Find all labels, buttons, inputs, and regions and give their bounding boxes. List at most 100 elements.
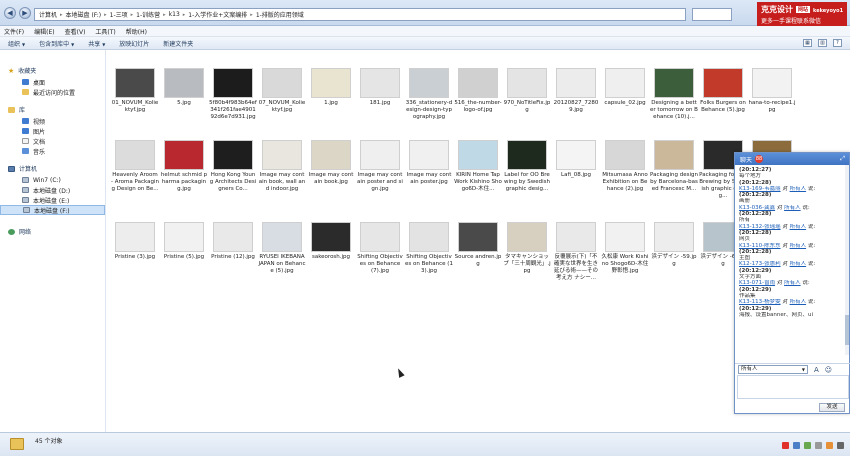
file-item[interactable]: Image may contain poster.jpg [405, 140, 453, 186]
sidebar-item-videos[interactable]: 视频 [0, 116, 105, 126]
back-icon[interactable]: ◀ [4, 7, 16, 19]
input-method-icon[interactable] [782, 442, 789, 449]
file-item[interactable]: Shifting Objectives on Behance (13).jpg [405, 222, 453, 275]
toolbar-button[interactable]: 共享 ▼ [88, 39, 105, 48]
address-field[interactable]: 计算机 ▸ 本地磁盘 (F:) ▸ 1-三项 ▸ 1-训练营 ▸ k13 ▸ 1-入学作业+文案编排… [34, 8, 686, 21]
file-item[interactable]: Lafi_08.jpg [552, 140, 600, 179]
sidebar-item-pictures[interactable]: 图片 [0, 126, 105, 136]
sender-name[interactable]: K13-132-张瑶瑶 [739, 224, 781, 230]
sidebar-group-favorites[interactable]: ★ 收藏夹 [0, 64, 105, 77]
sender-name[interactable]: K13-169-韦嘉丽 [739, 186, 781, 192]
sender-name[interactable]: K13-110-陈东东 [739, 243, 781, 249]
breadcrumb-separator-icon[interactable]: ▸ [104, 12, 107, 18]
file-item[interactable]: Pristine (3).jpg [111, 222, 159, 261]
file-item[interactable]: Heavenly Aroom - Aroma Packaging Design … [111, 140, 159, 193]
file-item[interactable]: RYUSEI IKEBANA JAPAN on Behance (5).jpg [258, 222, 306, 275]
menu-item[interactable]: 工具(T) [95, 27, 115, 36]
breadcrumb-item[interactable]: k13 [169, 11, 180, 18]
help-icon[interactable]: ? [833, 39, 842, 47]
file-item[interactable]: 浜デザイン -59.jpg [650, 222, 698, 268]
expand-icon[interactable]: ⤢ [840, 155, 845, 163]
sender-name[interactable]: K12-173-张惠利 [739, 261, 781, 267]
chat-message-input[interactable] [737, 375, 849, 399]
breadcrumb-item[interactable]: 1-训练营 [136, 10, 160, 19]
file-item[interactable]: helmut schmid pharma packaging.jpg [160, 140, 208, 193]
recipient-name[interactable]: 所有人 [790, 224, 807, 230]
file-item[interactable]: 07_NOVUM_Koliektyf.jpg [258, 68, 306, 114]
toolbar-button[interactable]: 组织 ▼ [8, 39, 25, 48]
file-item[interactable]: 1.jpg [307, 68, 355, 107]
file-item[interactable]: 970_NoTitleFix.jpg [503, 68, 551, 114]
file-item[interactable]: Image may contain book.jpg [307, 140, 355, 186]
menu-item[interactable]: 查看(V) [65, 27, 86, 36]
file-item[interactable]: 516_the-number-logo-of.jpg [454, 68, 502, 114]
emoji-icon[interactable]: ☺ [825, 366, 832, 374]
sidebar-item-drive-d[interactable]: 本地磁盘 (D:) [0, 185, 105, 195]
sidebar-item-desktop[interactable]: 桌面 [0, 77, 105, 87]
file-item[interactable]: 5.jpg [160, 68, 208, 107]
breadcrumb-item[interactable]: 本地磁盘 (F:) [66, 10, 102, 19]
forward-icon[interactable]: ▶ [19, 7, 31, 19]
toolbar-button[interactable]: 包含到库中 ▼ [39, 39, 74, 48]
breadcrumb-item[interactable]: 计算机 [39, 10, 57, 19]
view-options-icon[interactable]: ▦ [803, 39, 812, 47]
sidebar-item-recent[interactable]: 最近访问的位置 [0, 87, 105, 97]
menu-item[interactable]: 编辑(E) [34, 27, 54, 36]
file-item[interactable]: capsule_02.jpg [601, 68, 649, 107]
breadcrumb-item[interactable]: 1-三项 [110, 10, 128, 19]
preview-pane-icon[interactable]: ▥ [818, 39, 827, 47]
file-item[interactable]: 20120827_72809.jpg [552, 68, 600, 114]
file-item[interactable]: Designing a better tomorrow on Behance (… [650, 68, 698, 121]
file-item[interactable]: 181.jpg [356, 68, 404, 107]
send-button[interactable]: 发送 [819, 403, 845, 412]
tray-app-icon[interactable] [826, 442, 833, 449]
sender-name[interactable]: K13-071-曾雨 [739, 280, 775, 286]
file-item[interactable]: 336_stationery-design-design-typography.… [405, 68, 453, 121]
recipient-name[interactable]: 所有人 [784, 205, 801, 211]
tray-app-icon[interactable] [804, 442, 811, 449]
recipient-select[interactable]: 所有人 ▼ [738, 365, 808, 374]
recipient-name[interactable]: 所有人 [790, 243, 807, 249]
sender-name[interactable]: K13-036-龚鑫 [739, 205, 775, 211]
breadcrumb-separator-icon[interactable]: ▸ [163, 12, 166, 18]
recipient-name[interactable]: 所有人 [790, 186, 807, 192]
file-item[interactable]: タマキャンショップ「三十周観光」.jpg [503, 222, 551, 275]
file-item[interactable]: Image may contain poster and sign.jpg [356, 140, 404, 193]
breadcrumb-item[interactable]: 1-入学作业+文案编排 [188, 10, 247, 19]
file-item[interactable]: Pristine (5).jpg [160, 222, 208, 261]
file-item[interactable]: 01_NOVUM_Koliektyf.jpg [111, 68, 159, 114]
breadcrumb-separator-icon[interactable]: ▸ [183, 12, 186, 18]
file-item[interactable]: Mitsumasa Anno Exhibition on Behance (2)… [601, 140, 649, 193]
file-item[interactable]: 反覆展示(下)「不確実な世界を生き延びる術——その考え方 ナシー... [552, 222, 600, 282]
recipient-name[interactable]: 所有人 [790, 299, 807, 305]
toolbar-button[interactable]: 新建文件夹 [163, 39, 193, 48]
toolbar-button[interactable]: 放映幻灯片 [119, 39, 149, 48]
font-icon[interactable]: A [814, 366, 819, 374]
file-item[interactable]: 5f80b4f983b64ef341f261fae490192d6e7d931.… [209, 68, 257, 121]
sender-name[interactable]: K13-113-杨梦雯 [739, 299, 781, 305]
tray-app-icon[interactable] [793, 442, 800, 449]
file-item[interactable]: 久松康 Work Kishino Shogo6D-木住野彰悟.jpg [601, 222, 649, 275]
sidebar-item-drive-e[interactable]: 本地磁盘 (E:) [0, 195, 105, 205]
breadcrumb-separator-icon[interactable]: ▸ [131, 12, 134, 18]
file-item[interactable]: KIRIN Home Tap Work Kishino Shogo6D-木住..… [454, 140, 502, 193]
menu-item[interactable]: 帮助(H) [126, 27, 147, 36]
recipient-name[interactable]: 所有人 [784, 280, 801, 286]
chat-scrollbar-thumb[interactable] [845, 315, 849, 345]
tray-app-icon[interactable] [837, 442, 844, 449]
menu-item[interactable]: 文件(F) [4, 27, 24, 36]
search-input[interactable] [692, 8, 732, 21]
sidebar-group-network[interactable]: 网络 [0, 225, 105, 238]
file-item[interactable]: Pristine (12).jpg [209, 222, 257, 261]
breadcrumb-separator-icon[interactable]: ▸ [60, 12, 63, 18]
breadcrumb-separator-icon[interactable]: ▸ [250, 12, 253, 18]
sidebar-item-drive-c[interactable]: Win7 (C:) [0, 175, 105, 185]
file-item[interactable]: Packaging design by Barcelona-based Fran… [650, 140, 698, 193]
recipient-name[interactable]: 所有人 [790, 261, 807, 267]
file-item[interactable]: sakeorosh.jpg [307, 222, 355, 261]
sidebar-item-drive-f[interactable]: 本地磁盘 (F:) [0, 205, 105, 215]
sidebar-item-documents[interactable]: 文档 [0, 136, 105, 146]
file-item[interactable]: Image may contain book, wall and indoor.… [258, 140, 306, 193]
chat-scrollbar[interactable] [845, 165, 849, 355]
sidebar-group-libraries[interactable]: 库 [0, 103, 105, 116]
